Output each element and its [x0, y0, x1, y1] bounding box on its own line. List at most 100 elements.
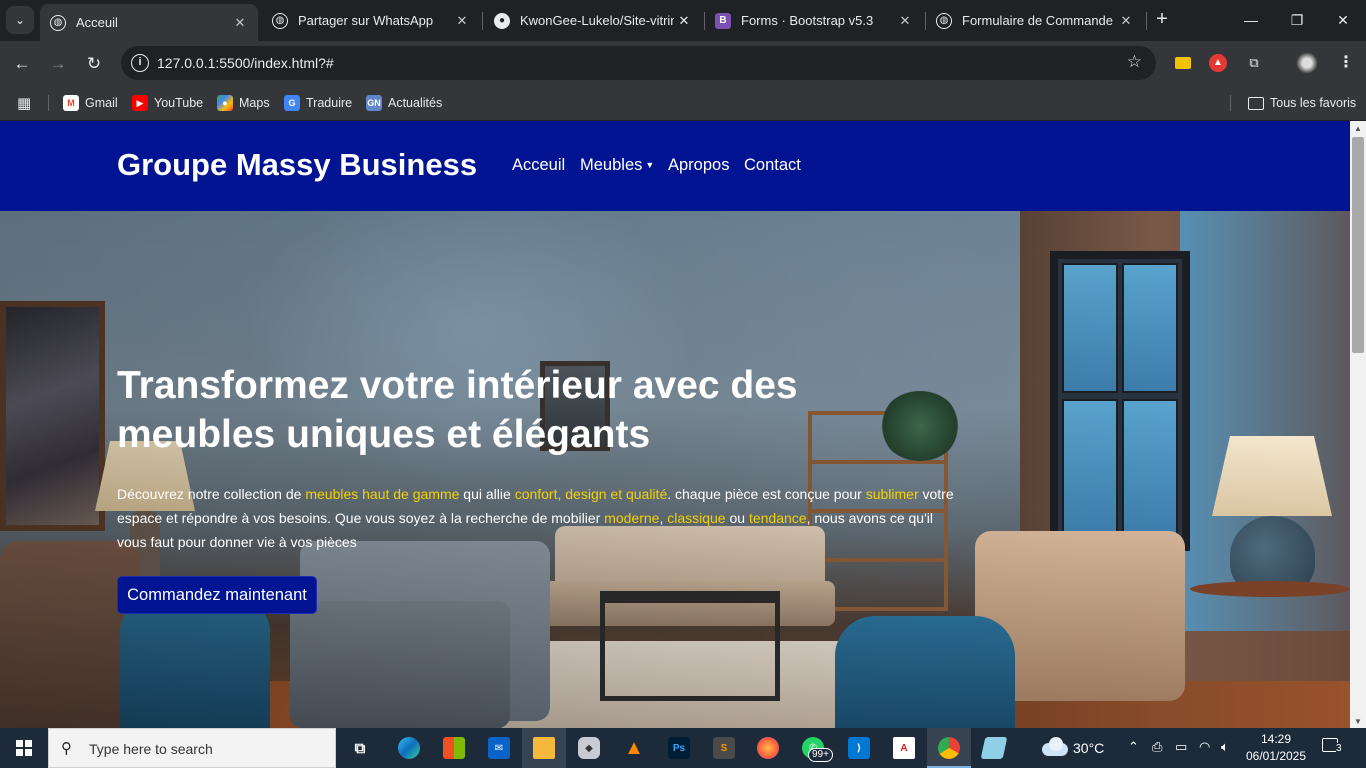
clock-date: 06/01/2025	[1245, 749, 1307, 763]
bootstrap-icon: B	[715, 12, 731, 29]
notepad-icon[interactable]	[978, 732, 1010, 764]
nav-link-home[interactable]: Acceuil	[512, 156, 565, 175]
weather-cloud-icon[interactable]	[1040, 737, 1070, 757]
vlc-icon[interactable]: ▲	[618, 732, 650, 764]
reload-icon: ↻	[86, 54, 102, 73]
mail-icon[interactable]: ✉	[483, 732, 515, 764]
all-bookmarks-button[interactable]: Tous les favoris	[1248, 93, 1356, 113]
browser-toolbar: ← → ↻ i 127.0.0.1:5500/index.html?# ☆ ▲ …	[0, 41, 1366, 112]
tab-whatsapp[interactable]: ◍ Partager sur WhatsApp ✕	[262, 4, 480, 37]
apps-grid-icon[interactable]: ▦	[17, 93, 31, 113]
tab-separator	[482, 12, 483, 30]
bookmark-star-icon[interactable]: ☆	[1127, 52, 1142, 72]
chrome-icon[interactable]	[933, 732, 965, 764]
battery-icon[interactable]: ▭	[1175, 739, 1187, 755]
extension-folder-icon[interactable]	[1172, 52, 1194, 74]
minimize-button[interactable]: —	[1228, 6, 1274, 34]
tray-app-icon[interactable]: ⎙	[1152, 739, 1162, 755]
page-viewport: Groupe Massy Business Acceuil Meubles ▼ A…	[0, 121, 1350, 728]
notification-center-icon[interactable]: 3	[1322, 737, 1346, 759]
file-explorer-icon[interactable]	[528, 732, 560, 764]
address-bar[interactable]: i 127.0.0.1:5500/index.html?# ☆	[121, 46, 1156, 80]
browser-menu-icon[interactable]: ⋮	[1338, 52, 1354, 72]
close-tab-icon[interactable]: ✕	[230, 15, 250, 31]
nav-link-about[interactable]: Apropos	[668, 156, 729, 175]
photoshop-icon[interactable]: Ps	[663, 732, 695, 764]
system-clock[interactable]: 14:29 06/01/2025	[1244, 731, 1308, 765]
tab-title: Formulaire de Commande	[962, 13, 1114, 28]
gmail-icon: M	[63, 95, 79, 111]
scrollbar-thumb[interactable]	[1352, 137, 1364, 353]
translate-icon: G	[284, 95, 300, 111]
profile-avatar[interactable]	[1296, 52, 1318, 74]
close-tab-icon[interactable]: ✕	[452, 13, 472, 29]
bookmark-maps[interactable]: ● Maps	[217, 93, 270, 113]
forward-button[interactable]: →	[44, 50, 72, 78]
clock-time: 14:29	[1260, 732, 1292, 746]
close-tab-icon[interactable]: ✕	[895, 13, 915, 29]
order-now-button[interactable]: Commandez maintenant	[117, 576, 317, 614]
close-tab-icon[interactable]: ✕	[674, 13, 694, 29]
notification-count: 3	[1336, 743, 1342, 754]
bookmark-gmail[interactable]: M Gmail	[63, 93, 118, 113]
github-icon: ●	[494, 12, 510, 29]
restore-button[interactable]: ❐	[1274, 6, 1320, 34]
globe-icon: ◍	[272, 12, 288, 29]
new-tab-button[interactable]: +	[1150, 8, 1174, 32]
bookmark-youtube[interactable]: ▶ YouTube	[132, 93, 203, 113]
maps-icon: ●	[217, 95, 233, 111]
site-info-icon[interactable]: i	[131, 54, 149, 72]
store-icon[interactable]	[438, 732, 470, 764]
tab-github[interactable]: ● KwonGee-Lukelo/Site-vitrine ✕	[484, 4, 702, 37]
tab-formulaire[interactable]: ◍ Formulaire de Commande ✕	[926, 4, 1144, 37]
task-view-icon[interactable]: ⧉	[344, 732, 376, 764]
caret-down-icon: ▼	[645, 160, 655, 170]
scroll-up-icon[interactable]: ▲	[1354, 124, 1362, 133]
wifi-icon[interactable]: ◠	[1199, 739, 1210, 755]
bookmark-news[interactable]: GN Actualités	[366, 93, 442, 113]
hero-title: Transformez votre intérieur avec des meu…	[117, 364, 798, 456]
tab-acceuil[interactable]: ◍ Acceuil ✕	[40, 4, 258, 41]
page-scrollbar[interactable]: ▲ ▼	[1350, 121, 1366, 728]
weather-temperature[interactable]: 30°C	[1073, 740, 1104, 756]
extension-red-icon[interactable]: ▲	[1207, 52, 1229, 74]
highlight-text: confort, design et qualité	[514, 486, 668, 502]
hero-description: Découvrez notre collection de meubles ha…	[117, 486, 954, 550]
arrow-left-icon: ←	[13, 54, 31, 73]
whatsapp-badge: 99+	[808, 748, 833, 762]
volume-icon[interactable]: 🔈︎	[1221, 739, 1229, 755]
highlight-text: tendance	[748, 510, 807, 526]
tab-search-button[interactable]: ⌄	[6, 6, 34, 34]
extensions-puzzle-icon[interactable]: ⧉	[1243, 52, 1265, 74]
hero-section: Transformez votre intérieur avec des meu…	[0, 211, 1350, 728]
app-icon[interactable]: ◆	[573, 732, 605, 764]
close-window-button[interactable]: ✕	[1320, 6, 1366, 34]
taskbar-search-box[interactable]: ⚲ Type here to search	[48, 728, 336, 768]
tray-chevron-up-icon[interactable]: ⌃	[1128, 739, 1139, 755]
nav-dropdown-label: Meubles	[580, 156, 643, 174]
folder-icon	[1248, 96, 1264, 110]
firefox-icon[interactable]	[752, 732, 784, 764]
nav-link-contact[interactable]: Contact	[744, 156, 801, 175]
back-button[interactable]: ←	[8, 50, 36, 78]
search-placeholder: Type here to search	[89, 741, 213, 757]
windows-logo-icon	[16, 740, 32, 756]
bookmark-translate[interactable]: G Traduire	[284, 93, 352, 113]
reload-button[interactable]: ↻	[80, 50, 108, 78]
vscode-icon[interactable]: ⟩	[843, 732, 875, 764]
pdf-reader-icon[interactable]: A	[888, 732, 920, 764]
sublime-text-icon[interactable]: S	[708, 732, 740, 764]
tab-bootstrap[interactable]: B Forms · Bootstrap v5.3 ✕	[705, 4, 923, 37]
bookmarks-bar: ▦ M Gmail ▶ YouTube ● Maps G Traduire GN…	[0, 86, 1366, 121]
url-text[interactable]: 127.0.0.1:5500/index.html?#	[157, 55, 334, 71]
close-tab-icon[interactable]: ✕	[1116, 13, 1136, 29]
site-brand[interactable]: Groupe Massy Business	[117, 147, 477, 183]
nav-dropdown-furniture[interactable]: Meubles ▼	[580, 156, 654, 175]
highlight-text: meubles haut de gamme	[305, 486, 460, 502]
site-navbar: Groupe Massy Business Acceuil Meubles ▼ A…	[0, 121, 1350, 211]
scroll-down-icon[interactable]: ▼	[1354, 717, 1362, 726]
start-button[interactable]	[0, 728, 48, 768]
highlight-text: moderne	[604, 510, 660, 526]
arrow-right-icon: →	[49, 54, 67, 73]
edge-icon[interactable]	[393, 732, 425, 764]
